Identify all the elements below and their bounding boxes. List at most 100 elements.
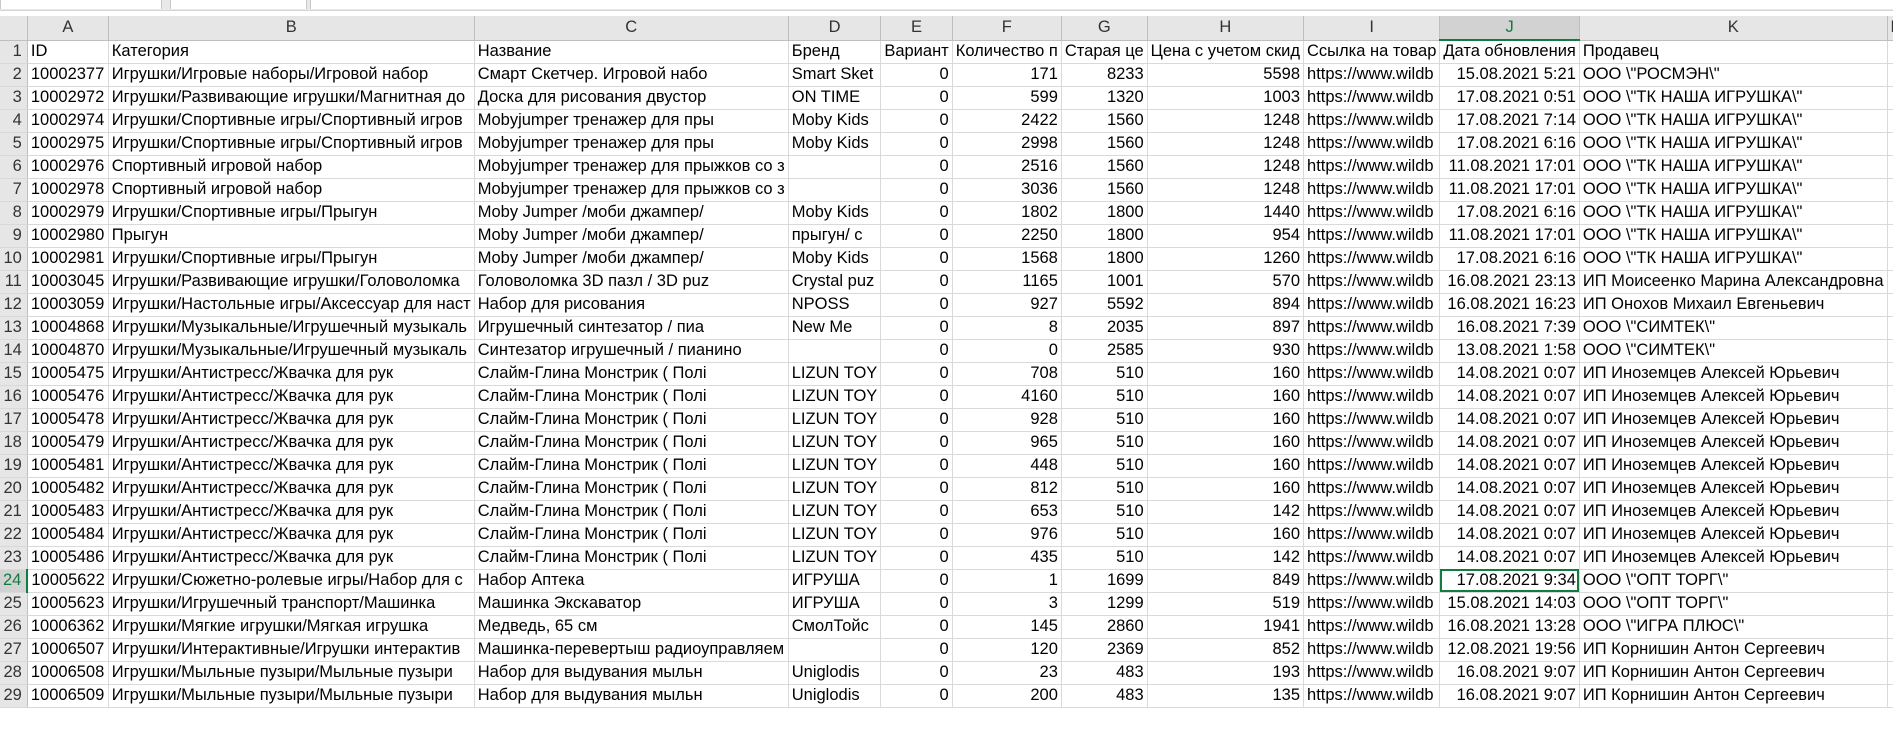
column-header-b[interactable]: B [108,16,475,41]
cell-d12[interactable]: NPOSS [788,293,882,317]
cell-b15[interactable]: Игрушки/Антистресс/Жвачка для рук [108,362,475,386]
cell-i28[interactable]: https://www.wildb [1303,661,1441,685]
cell-g12[interactable]: 5592 [1061,293,1148,317]
cell-b1[interactable]: Категория [108,40,475,64]
cell-h8[interactable]: 1440 [1147,201,1305,225]
cell-a12[interactable]: 10003059 [27,293,109,317]
cell-e1[interactable]: Вариант [880,40,953,64]
cell-b17[interactable]: Игрушки/Антистресс/Жвачка для рук [108,408,475,432]
cell-a26[interactable]: 10006362 [27,615,109,639]
cell-b16[interactable]: Игрушки/Антистресс/Жвачка для рук [108,385,475,409]
cell-l13[interactable] [1887,316,1893,340]
cell-h4[interactable]: 1248 [1147,109,1305,133]
cell-g1[interactable]: Старая це [1061,40,1148,64]
cell-k4[interactable]: ООО \"ТК НАША ИГРУШКА\" [1579,109,1888,133]
cell-b13[interactable]: Игрушки/Музыкальные/Игрушечный музыкаль [108,316,475,340]
cell-a28[interactable]: 10006508 [27,661,109,685]
cell-a18[interactable]: 10005479 [27,431,109,455]
cell-i6[interactable]: https://www.wildb [1303,155,1441,179]
row-header-21[interactable]: 21 [0,500,28,524]
cell-l23[interactable] [1887,546,1893,570]
cell-f22[interactable]: 976 [952,523,1062,547]
row-header-2[interactable]: 2 [0,63,28,87]
cell-c5[interactable]: Mobyjumper тренажер для пры [474,132,789,156]
cell-b11[interactable]: Игрушки/Развивающие игрушки/Головоломка [108,270,475,294]
row-header-13[interactable]: 13 [0,316,28,340]
cell-e13[interactable]: 0 [880,316,953,340]
cell-e25[interactable]: 0 [880,592,953,616]
cell-g27[interactable]: 2369 [1061,638,1148,662]
row-header-9[interactable]: 9 [0,224,28,248]
cell-d17[interactable]: LIZUN TOY [788,408,882,432]
cell-e6[interactable]: 0 [880,155,953,179]
column-header-l[interactable]: L [1887,16,1893,41]
cell-j17[interactable]: 14.08.2021 0:07 [1439,408,1580,432]
cell-k3[interactable]: ООО \"ТК НАША ИГРУШКА\" [1579,86,1888,110]
cell-f7[interactable]: 3036 [952,178,1062,202]
row-header-7[interactable]: 7 [0,178,28,202]
cell-c24[interactable]: Набор Аптека [474,569,789,593]
cell-g6[interactable]: 1560 [1061,155,1148,179]
row-header-19[interactable]: 19 [0,454,28,478]
cell-g3[interactable]: 1320 [1061,86,1148,110]
cell-j26[interactable]: 16.08.2021 13:28 [1439,615,1580,639]
cell-a21[interactable]: 10005483 [27,500,109,524]
cell-g26[interactable]: 2860 [1061,615,1148,639]
row-header-14[interactable]: 14 [0,339,28,363]
cell-a15[interactable]: 10005475 [27,362,109,386]
cell-e29[interactable]: 0 [880,684,953,708]
row-header-11[interactable]: 11 [0,270,28,294]
cell-a11[interactable]: 10003045 [27,270,109,294]
cell-f26[interactable]: 145 [952,615,1062,639]
row-header-22[interactable]: 22 [0,523,28,547]
cell-i2[interactable]: https://www.wildb [1303,63,1441,87]
cell-a6[interactable]: 10002976 [27,155,109,179]
cell-f19[interactable]: 448 [952,454,1062,478]
cell-k12[interactable]: ИП Онохов Михаил Евгеньевич [1579,293,1888,317]
cell-h6[interactable]: 1248 [1147,155,1305,179]
cell-e26[interactable]: 0 [880,615,953,639]
cell-l12[interactable] [1887,293,1893,317]
cell-f11[interactable]: 1165 [952,270,1062,294]
cell-c22[interactable]: Слайм-Глина Монстрик ( Полі [474,523,789,547]
row-header-25[interactable]: 25 [0,592,28,616]
cell-i20[interactable]: https://www.wildb [1303,477,1441,501]
cell-h24[interactable]: 849 [1147,569,1305,593]
cell-h29[interactable]: 135 [1147,684,1305,708]
column-header-k[interactable]: K [1579,16,1888,41]
cell-g2[interactable]: 8233 [1061,63,1148,87]
cell-k20[interactable]: ИП Иноземцев Алексей Юрьевич [1579,477,1888,501]
cell-d28[interactable]: Uniglodis [788,661,882,685]
cell-j16[interactable]: 14.08.2021 0:07 [1439,385,1580,409]
cell-d26[interactable]: СмолТойс [788,615,882,639]
row-header-29[interactable]: 29 [0,684,28,708]
cell-k10[interactable]: ООО \"ТК НАША ИГРУШКА\" [1579,247,1888,271]
cell-c11[interactable]: Головоломка 3D пазл / 3D puz [474,270,789,294]
cell-g15[interactable]: 510 [1061,362,1148,386]
cell-e10[interactable]: 0 [880,247,953,271]
cell-f13[interactable]: 8 [952,316,1062,340]
cell-b22[interactable]: Игрушки/Антистресс/Жвачка для рук [108,523,475,547]
formula-input[interactable] [310,0,1893,9]
cell-c6[interactable]: Mobyjumper тренажер для прыжков со з [474,155,789,179]
cell-f1[interactable]: Количество п [952,40,1062,64]
cell-f25[interactable]: 3 [952,592,1062,616]
cell-k17[interactable]: ИП Иноземцев Алексей Юрьевич [1579,408,1888,432]
cell-c27[interactable]: Машинка-перевертыш радиоуправляем [474,638,789,662]
cell-i9[interactable]: https://www.wildb [1303,224,1441,248]
cell-f12[interactable]: 927 [952,293,1062,317]
cell-i4[interactable]: https://www.wildb [1303,109,1441,133]
cell-a2[interactable]: 10002377 [27,63,109,87]
cell-a19[interactable]: 10005481 [27,454,109,478]
cell-e27[interactable]: 0 [880,638,953,662]
column-header-a[interactable]: A [27,16,109,41]
cell-k16[interactable]: ИП Иноземцев Алексей Юрьевич [1579,385,1888,409]
cell-h2[interactable]: 5598 [1147,63,1305,87]
cell-g21[interactable]: 510 [1061,500,1148,524]
cell-f2[interactable]: 171 [952,63,1062,87]
row-header-16[interactable]: 16 [0,385,28,409]
cell-h17[interactable]: 160 [1147,408,1305,432]
cell-k25[interactable]: ООО \"ОПТ ТОРГ\" [1579,592,1888,616]
cell-j4[interactable]: 17.08.2021 7:14 [1439,109,1580,133]
cell-i14[interactable]: https://www.wildb [1303,339,1441,363]
